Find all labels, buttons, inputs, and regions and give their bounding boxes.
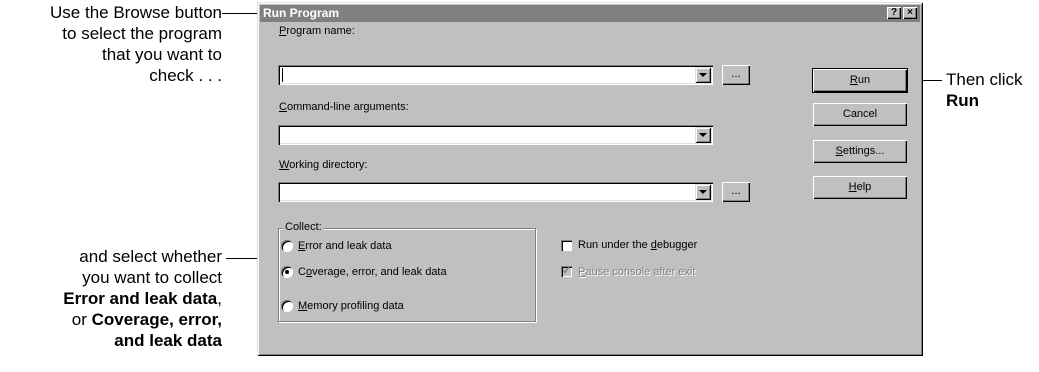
working-directory-combo[interactable]: [278, 182, 713, 202]
annotation-line: you want to collect: [82, 268, 222, 287]
dialog-title: Run Program: [263, 6, 340, 20]
opt3-text: emory profiling data: [307, 300, 404, 312]
help-button[interactable]: Help: [813, 176, 907, 199]
pause-console-label: Pause console after exit: [578, 266, 695, 278]
settings-button[interactable]: Settings...: [813, 140, 907, 163]
run-under-debugger-label[interactable]: Run under the debugger: [578, 239, 697, 251]
annotation-bold: and leak data: [114, 331, 222, 350]
radio-error-leak-label[interactable]: Error and leak data: [298, 240, 392, 252]
annotation-line: Error and leak data,: [0, 288, 222, 309]
program-name-label: Program name:: [279, 25, 355, 37]
run-button[interactable]: Run: [812, 68, 908, 93]
annotation-text: or: [71, 310, 92, 329]
help-title-button[interactable]: ?: [887, 7, 901, 19]
program-name-combo[interactable]: [278, 65, 713, 85]
annotation-line: Run: [946, 90, 1038, 111]
annotation-line: check . . .: [149, 66, 222, 85]
annotation-text: ,: [217, 289, 222, 308]
opt1-text: rror and leak data: [305, 240, 392, 252]
args-label-text: ommand-line arguments:: [286, 101, 409, 113]
debugger-text-rest: ebugger: [656, 239, 698, 251]
annotation-line: Then click: [946, 70, 1023, 89]
working-directory-label: Working directory:: [279, 159, 367, 171]
radio-error-leak[interactable]: [281, 240, 293, 252]
title-bar: Run Program ? ×: [260, 5, 920, 22]
debugger-text-pre: Run under the: [578, 239, 651, 251]
annotation-bold: Coverage, error,: [91, 310, 222, 329]
help-icon: ?: [890, 7, 898, 18]
program-name-label-text: rogram name:: [286, 25, 355, 37]
pause-text: ause console after exit: [585, 266, 696, 278]
settings-mnemonic: S: [835, 145, 843, 157]
chevron-down-icon[interactable]: [695, 67, 711, 83]
annotation-line: or Coverage, error,: [0, 309, 222, 330]
cancel-button[interactable]: Cancel: [813, 103, 907, 126]
radio-memory-profiling[interactable]: [281, 300, 293, 312]
browse-label: ...: [731, 68, 741, 80]
annotation-line: Use the Browse button: [50, 3, 222, 22]
opt3-mnemonic: M: [298, 300, 308, 312]
opt2-prefix: C: [298, 266, 306, 278]
run-mnemonic: R: [849, 74, 858, 86]
close-icon: ×: [907, 7, 913, 18]
workdir-mnemonic: W: [279, 159, 290, 171]
command-line-arguments-label: Command-line arguments:: [279, 101, 409, 113]
annotation-browse: Use the Browse button to select the prog…: [0, 2, 222, 86]
radio-coverage-error-leak[interactable]: [281, 266, 293, 278]
text-caret: [282, 68, 283, 82]
browse-program-button[interactable]: ...: [722, 65, 750, 85]
annotation-bold: Error and leak data: [63, 289, 218, 308]
annotation-line: and select whether: [79, 247, 222, 266]
annotation-line: to select the program: [62, 24, 222, 43]
run-under-debugger-checkbox[interactable]: [561, 240, 572, 251]
opt2-text: verage, error, and leak data: [312, 266, 447, 278]
annotation-run: Then click Run: [946, 69, 1038, 111]
cancel-label: Cancel: [842, 108, 878, 120]
annotation-line: and leak data: [0, 330, 222, 351]
pause-console-checkbox: [561, 264, 572, 277]
annotation-line: that you want to: [101, 45, 222, 64]
help-mnemonic: H: [848, 181, 857, 193]
workdir-label-text: orking directory:: [289, 159, 368, 171]
close-button[interactable]: ×: [903, 7, 917, 19]
browse-directory-button[interactable]: ...: [722, 182, 750, 202]
help-label: elp: [856, 181, 872, 193]
args-mnemonic: C: [279, 101, 287, 113]
browse-label: ...: [731, 185, 741, 197]
collect-group-title: Collect:: [283, 221, 324, 233]
radio-coverage-error-leak-label[interactable]: Coverage, error, and leak data: [298, 266, 447, 278]
run-label: un: [857, 74, 871, 86]
radio-memory-profiling-label[interactable]: Memory profiling data: [298, 300, 404, 312]
settings-label: ettings...: [842, 145, 885, 157]
annotation-collect: and select whether you want to collect E…: [0, 246, 222, 351]
chevron-down-icon[interactable]: [695, 127, 711, 143]
chevron-down-icon[interactable]: [695, 184, 711, 200]
command-line-arguments-combo[interactable]: [278, 125, 713, 145]
annotation-bold: Run: [946, 91, 980, 110]
run-program-dialog: Run Program ? × Program name: ... Comman…: [257, 2, 923, 356]
